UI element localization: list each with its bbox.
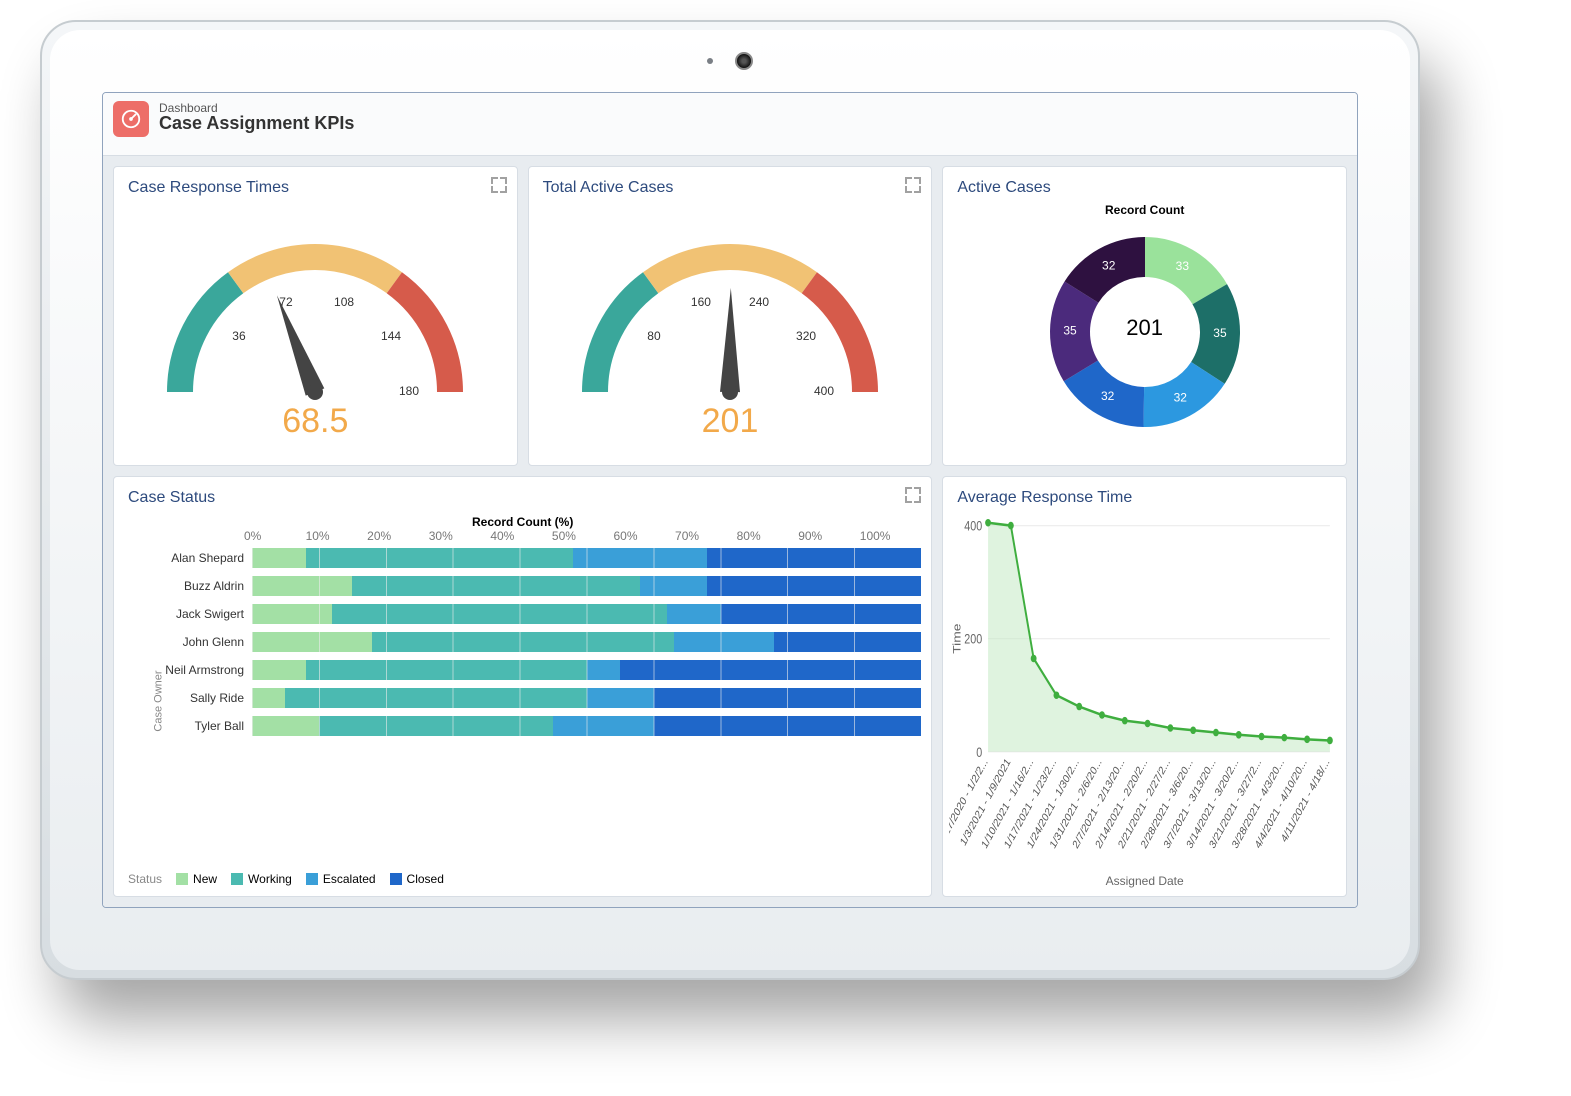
svg-text:144: 144 — [381, 328, 401, 342]
row-label: Jack Swigert — [124, 607, 252, 621]
stacked-bar — [252, 576, 921, 596]
svg-text:108: 108 — [334, 294, 354, 308]
line-avg-response: 0200400Time12/27/2020 - 1/2/2...1/3/2021… — [949, 513, 1340, 890]
camera — [707, 52, 753, 70]
svg-text:180: 180 — [399, 384, 419, 398]
svg-text:240: 240 — [749, 294, 769, 308]
svg-text:33: 33 — [1175, 259, 1189, 273]
table-row: Buzz Aldrin — [124, 573, 921, 599]
card-title: Active Cases — [943, 167, 1346, 197]
expand-icon[interactable] — [905, 487, 921, 503]
gauge-value: 68.5 — [282, 402, 348, 441]
card-active-cases: Active Cases Record Count 33 35 32 32 35 32 2… — [942, 166, 1347, 466]
svg-text:32: 32 — [1102, 259, 1116, 273]
svg-text:32: 32 — [1173, 390, 1187, 404]
stacked-bar — [252, 716, 921, 736]
row-label: Alan Shepard — [124, 551, 252, 565]
dashboard-icon — [113, 101, 149, 137]
gauge-value: 201 — [702, 402, 759, 441]
card-title: Total Active Cases — [529, 167, 932, 197]
svg-text:200: 200 — [965, 631, 983, 647]
stacked-bar — [252, 632, 921, 652]
table-row: Tyler Ball — [124, 713, 921, 739]
stacked-bar — [252, 604, 921, 624]
page-header: Dashboard Case Assignment KPIs — [103, 93, 1357, 156]
card-title: Average Response Time — [943, 477, 1346, 507]
legend-item: New — [176, 872, 217, 886]
svg-text:Time: Time — [952, 623, 964, 653]
card-title: Case Status — [114, 477, 931, 507]
table-row: Sally Ride — [124, 685, 921, 711]
legend-item: Escalated — [306, 872, 376, 886]
table-row: Neil Armstrong — [124, 657, 921, 683]
donut-center-value: 201 — [1126, 315, 1163, 341]
card-response-times: Case Response Times 3672108144180 68.5 — [113, 166, 518, 466]
svg-text:32: 32 — [1101, 389, 1115, 403]
svg-text:35: 35 — [1063, 324, 1077, 338]
expand-icon[interactable] — [491, 177, 507, 193]
svg-text:400: 400 — [814, 384, 834, 398]
page-title: Case Assignment KPIs — [159, 113, 354, 134]
stacked-bar — [252, 660, 921, 680]
svg-text:80: 80 — [647, 328, 661, 342]
y-axis-label: Case Owner — [153, 670, 165, 731]
legend-item: Working — [231, 872, 292, 886]
legend-item: Closed — [390, 872, 444, 886]
svg-text:35: 35 — [1213, 326, 1227, 340]
card-total-active: Total Active Cases 80 160 240 320 400 201 — [528, 166, 933, 466]
svg-text:320: 320 — [796, 328, 816, 342]
x-axis-label: Record Count (%) — [124, 515, 921, 529]
stacked-bar — [252, 548, 921, 568]
card-title: Case Response Times — [114, 167, 517, 197]
row-label: Buzz Aldrin — [124, 579, 252, 593]
row-label: John Glenn — [124, 635, 252, 649]
card-avg-response: Average Response Time 0200400Time12/27/2… — [942, 476, 1347, 897]
app-screen: Dashboard Case Assignment KPIs Case Resp… — [102, 92, 1358, 908]
svg-text:400: 400 — [965, 518, 983, 534]
table-row: Jack Swigert — [124, 601, 921, 627]
svg-text:36: 36 — [233, 328, 247, 342]
row-label: Sally Ride — [124, 691, 252, 705]
legend-label: Status — [128, 872, 162, 886]
row-label: Neil Armstrong — [124, 663, 252, 677]
svg-text:160: 160 — [691, 294, 711, 308]
row-label: Tyler Ball — [124, 719, 252, 733]
gauge-response-times: 3672108144180 — [150, 222, 480, 412]
card-case-status: Case Status Case Owner Record Count (%) … — [113, 476, 932, 897]
table-row: John Glenn — [124, 629, 921, 655]
gauge-total-active: 80 160 240 320 400 — [565, 222, 895, 412]
chart-subtitle: Record Count — [1105, 203, 1184, 217]
expand-icon[interactable] — [905, 177, 921, 193]
x-axis-label: Assigned Date — [949, 874, 1340, 888]
tablet-frame: Dashboard Case Assignment KPIs Case Resp… — [40, 20, 1420, 980]
table-row: Alan Shepard — [124, 545, 921, 571]
stacked-bar — [252, 688, 921, 708]
